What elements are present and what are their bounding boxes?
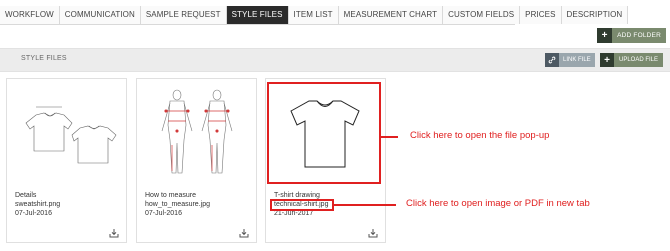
- tab-workflow[interactable]: WORKFLOW: [0, 6, 60, 24]
- upload-file-button[interactable]: + UPLOAD FILE: [600, 53, 664, 67]
- filename-highlight-box: [270, 199, 334, 211]
- tab-measurement-chart[interactable]: MEASUREMENT CHART: [338, 6, 444, 24]
- download-icon[interactable]: [368, 229, 378, 238]
- file-date: 21-Jun-2017: [274, 210, 314, 217]
- popup-highlight-box: [267, 82, 381, 184]
- download-icon[interactable]: [109, 229, 119, 238]
- popup-callout-line: [381, 136, 398, 138]
- section-header: STYLE FILES LINK FILE + UPLOAD FILE: [0, 48, 670, 72]
- newtab-annotation: Click here to open image or PDF in new t…: [406, 198, 590, 209]
- file-date: 07-Jul-2016: [15, 210, 52, 217]
- add-folder-button[interactable]: + ADD FOLDER: [597, 28, 666, 43]
- file-name-link[interactable]: how_to_measure.jpg: [145, 201, 210, 208]
- tab-communication[interactable]: COMMUNICATION: [59, 6, 141, 24]
- link-file-button[interactable]: LINK FILE: [545, 53, 595, 67]
- file-card[interactable]: How to measure how_to_measure.jpg 07-Jul…: [136, 78, 257, 243]
- tab-prices[interactable]: PRICES: [520, 6, 562, 24]
- file-title: T-shirt drawing: [274, 192, 320, 199]
- tab-description[interactable]: DESCRIPTION: [561, 6, 629, 24]
- add-folder-label: ADD FOLDER: [612, 28, 666, 43]
- popup-annotation: Click here to open the file pop-up: [410, 130, 550, 141]
- file-name-link[interactable]: sweatshirt.png: [15, 201, 60, 208]
- file-date: 07-Jul-2016: [145, 210, 182, 217]
- link-icon: [545, 53, 559, 67]
- tab-bar: WORKFLOW COMMUNICATION SAMPLE REQUEST ST…: [0, 6, 629, 25]
- section-title: STYLE FILES: [21, 55, 67, 62]
- sweatshirt-thumbnail[interactable]: [12, 85, 121, 177]
- tab-sample-request[interactable]: SAMPLE REQUEST: [140, 6, 227, 24]
- plus-icon: +: [600, 53, 614, 67]
- measure-thumbnail[interactable]: [142, 85, 251, 177]
- file-title: How to measure: [145, 192, 196, 199]
- tab-style-files[interactable]: STYLE FILES: [226, 6, 289, 24]
- file-title: Details: [15, 192, 37, 199]
- file-card[interactable]: Details sweatshirt.png 07-Jul-2016: [6, 78, 127, 243]
- link-file-label: LINK FILE: [559, 53, 595, 67]
- upload-file-label: UPLOAD FILE: [614, 53, 664, 67]
- newtab-callout-line: [334, 204, 396, 206]
- tab-custom-fields[interactable]: CUSTOM FIELDS: [443, 6, 521, 24]
- plus-icon: +: [597, 28, 613, 43]
- tab-item-list[interactable]: ITEM LIST: [288, 6, 339, 24]
- download-icon[interactable]: [239, 229, 249, 238]
